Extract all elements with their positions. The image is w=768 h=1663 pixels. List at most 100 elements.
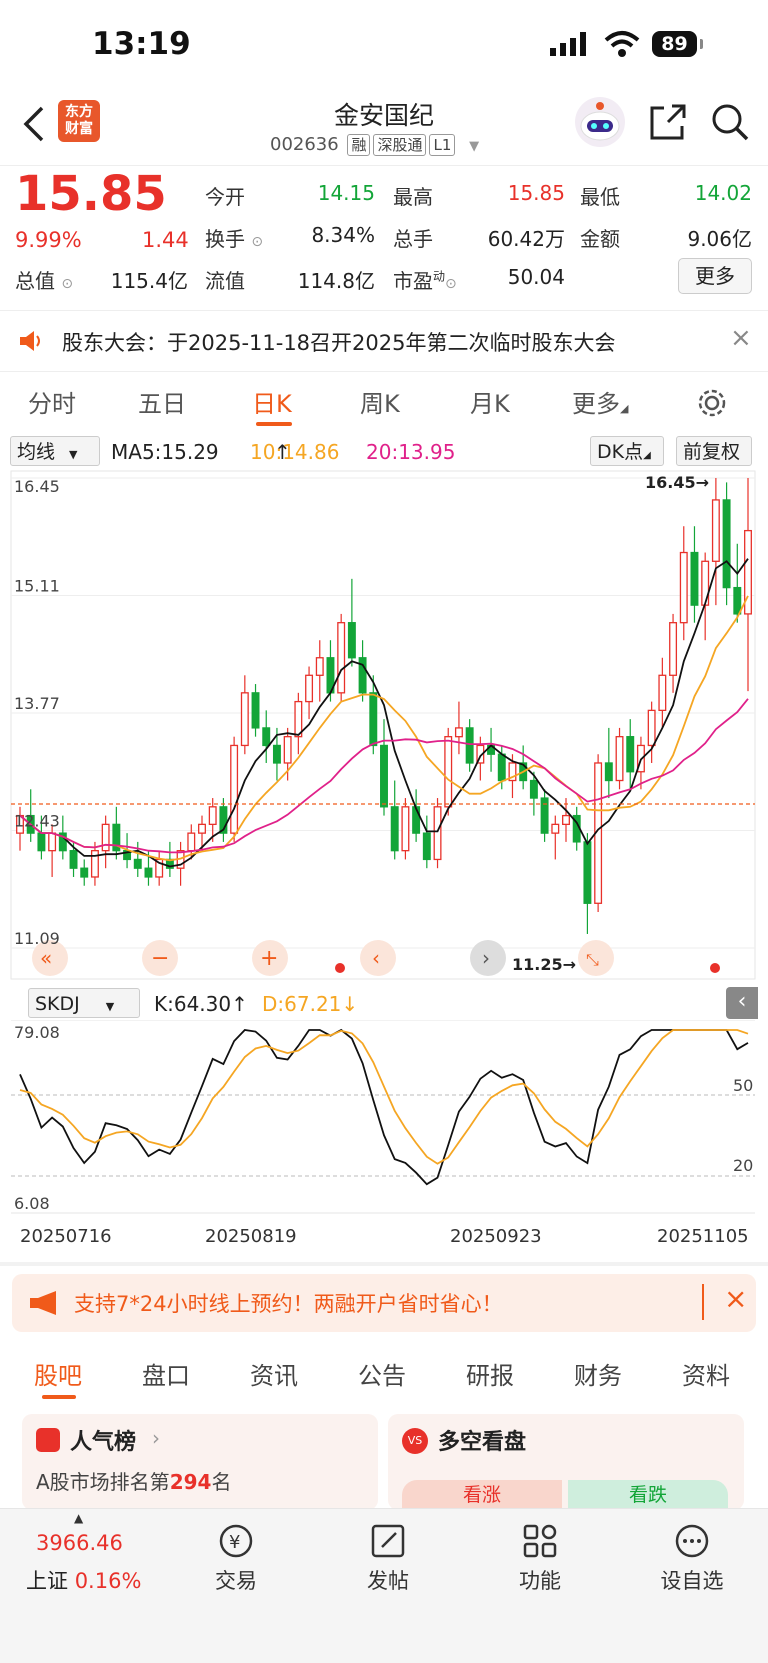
nav-watchlist[interactable]: 设自选 <box>642 1523 742 1595</box>
candle-body <box>433 806 442 861</box>
candle-body <box>551 823 560 834</box>
info-icon[interactable]: ⊙ <box>251 234 263 250</box>
stock-code: 002636 <box>270 134 339 155</box>
candle-body <box>444 736 453 808</box>
promo-text: 支持7*24小时线上预约！两融开户省时省心！ <box>74 1292 503 1316</box>
share-icon[interactable] <box>648 102 688 142</box>
candle-body <box>251 692 260 729</box>
low-label: 最低 <box>580 185 620 209</box>
tag-margin: 融 <box>347 134 371 156</box>
amount-label: 金额 <box>580 227 620 251</box>
nav-function[interactable]: 功能 <box>490 1523 590 1595</box>
tab-monthly-k[interactable]: 月K <box>470 384 510 419</box>
tab-research[interactable]: 研报 <box>466 1356 514 1391</box>
candle-body <box>583 841 592 904</box>
tab-news[interactable]: 资讯 <box>250 1356 298 1391</box>
promo-banner[interactable]: 支持7*24小时线上预约！两融开户省时省心！ × <box>12 1274 756 1332</box>
candle-body <box>401 806 410 852</box>
change-amount: 1.44 <box>142 228 189 252</box>
tab-more[interactable]: 更多◢ <box>572 384 628 419</box>
kdj-max-label: 79.08 <box>14 1023 60 1042</box>
svg-text:‹: ‹ <box>372 946 380 970</box>
kdj-chart[interactable]: 79.08 6.08 50 20 20250716 20250819 20250… <box>0 1019 768 1260</box>
tab-orderbook[interactable]: 盘口 <box>142 1356 190 1391</box>
kdj-k-value: K:64.30↑ <box>154 992 248 1016</box>
chevron-down-icon: ▼ <box>469 139 480 154</box>
date-tick-3: 20250923 <box>450 1226 542 1247</box>
candlestick-svg[interactable]: 16.45→ 11.25→ « − + ‹ › ⤡ 16.45 15.11 13.7… <box>0 470 768 980</box>
close-icon[interactable]: × <box>724 1282 747 1315</box>
kdj-min-label: 6.08 <box>14 1194 50 1213</box>
candle-body <box>305 674 314 703</box>
popular-title: 人气榜 <box>70 1430 137 1455</box>
float-value: 114.8亿 <box>297 269 375 293</box>
info-icon[interactable]: ⊙ <box>445 276 457 292</box>
robot-assistant-icon[interactable] <box>574 96 626 148</box>
volume-value: 60.42万 <box>487 227 565 251</box>
search-icon[interactable] <box>710 102 750 142</box>
dk-point-select[interactable]: DK点◢ <box>590 436 664 466</box>
stock-header: 东方 财富 金安国纪 002636 融深股通 L1 ▼ <box>0 90 768 166</box>
candle-body <box>626 736 635 773</box>
high-annotation: 16.45→ <box>645 473 709 492</box>
bear-button[interactable]: 看跌 <box>568 1480 728 1510</box>
price-tick-label: 12.43 <box>14 812 60 831</box>
adjust-select[interactable]: 前复权 <box>676 436 752 466</box>
candle-body <box>690 551 699 606</box>
candle-body <box>390 806 399 852</box>
grid-icon <box>523 1524 557 1558</box>
tab-daily-k[interactable]: 日K <box>252 384 292 419</box>
candlestick-chart[interactable]: 16.45→ 11.25→ « − + ‹ › ⤡ 16.45 15.11 13.7… <box>0 470 768 980</box>
candle-body <box>187 832 196 852</box>
tab-intraday[interactable]: 分时 <box>28 384 76 419</box>
nav-post[interactable]: 发帖 <box>338 1523 438 1595</box>
candle-body <box>669 622 678 676</box>
bull-bear-card[interactable]: VS 多空看盘 看涨 看跌 <box>388 1414 744 1510</box>
low-annotation: 11.25→ <box>512 955 576 974</box>
kdj-50-label: 50 <box>733 1076 753 1095</box>
nav-trade[interactable]: ¥ 交易 <box>186 1523 286 1595</box>
tab-forum[interactable]: 股吧 <box>34 1356 82 1391</box>
candle-body <box>230 744 239 834</box>
candle-body <box>369 692 378 747</box>
kdj-k-line <box>19 1028 749 1186</box>
trade-icon: ¥ <box>219 1524 253 1558</box>
more-button[interactable]: 更多 <box>678 258 752 294</box>
collapse-icon[interactable]: ‹ <box>726 987 758 1019</box>
popular-rank: A股市场排名第294名 <box>36 1470 232 1494</box>
candle-body <box>315 657 324 676</box>
candle-body <box>615 736 624 782</box>
popular-card[interactable]: 人气榜 › A股市场排名第294名 <box>22 1414 378 1510</box>
close-icon[interactable]: × <box>730 323 752 353</box>
bull-button[interactable]: 看涨 <box>402 1480 562 1510</box>
tab-weekly-k[interactable]: 周K <box>360 384 400 419</box>
status-bar: 13:19 89 <box>0 0 768 90</box>
mcap-value: 115.4亿 <box>110 269 188 293</box>
kdj-bar: SKDJ ▼ K:64.30↑ D:67.21↓ ‹ <box>0 986 768 1020</box>
amount-value: 9.06亿 <box>687 227 752 251</box>
tab-profile[interactable]: 资料 <box>682 1356 730 1391</box>
index-value[interactable]: 3966.46 <box>36 1531 123 1555</box>
index-quote[interactable]: 上证 0.16% <box>26 1565 141 1595</box>
date-tick-4: 20251105 <box>657 1226 749 1247</box>
promo-divider <box>702 1284 704 1320</box>
tab-five-day[interactable]: 五日 <box>138 384 186 419</box>
candle-body <box>380 744 388 808</box>
tab-finance[interactable]: 财务 <box>574 1356 622 1391</box>
ma-select[interactable]: 均线 ▼ <box>10 436 100 466</box>
candle-body <box>422 832 431 861</box>
stock-code-line[interactable]: 002636 融深股通 L1 ▼ <box>270 134 479 156</box>
notice-bar[interactable]: 股东大会：于2025-11-18召开2025年第二次临时股东大会 × <box>0 310 768 372</box>
candle-body <box>679 551 688 624</box>
info-icon[interactable]: ⊙ <box>61 276 73 292</box>
svg-text:+: + <box>260 946 278 971</box>
pe-value: 50.04 <box>507 265 565 289</box>
candle-body <box>733 586 742 615</box>
kdj-20-label: 20 <box>733 1156 753 1175</box>
candle-body <box>722 499 731 589</box>
kdj-select[interactable]: SKDJ ▼ <box>28 988 140 1018</box>
svg-text:›: › <box>482 946 490 970</box>
gear-icon[interactable] <box>697 388 727 418</box>
candle-body <box>658 674 667 712</box>
tab-announcements[interactable]: 公告 <box>358 1356 406 1391</box>
